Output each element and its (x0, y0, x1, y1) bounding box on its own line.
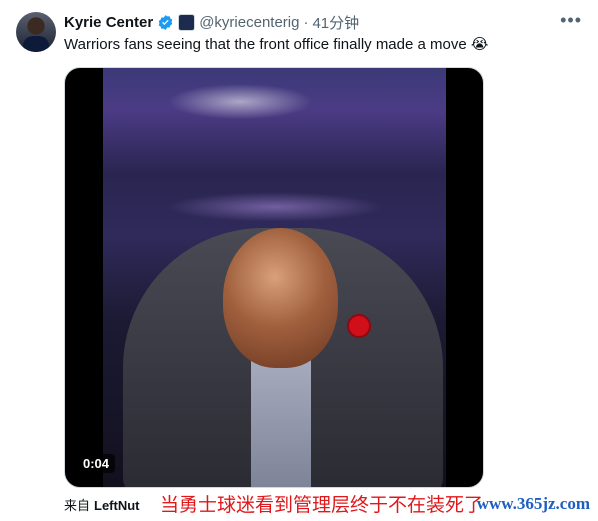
overlay-caption: 当勇士球迷看到管理层终于不在装死了 (160, 494, 484, 516)
video-figure-head (223, 228, 338, 368)
tweet-text: Warriors fans seeing that the front offi… (64, 36, 489, 53)
author-handle[interactable]: @kyriecenterig (199, 14, 299, 31)
video-frame (103, 68, 446, 487)
from-label: 来自 (64, 498, 91, 513)
author-name[interactable]: Kyrie Center (64, 14, 153, 31)
more-horizontal-icon[interactable]: ••• (560, 11, 582, 29)
avatar[interactable] (16, 12, 56, 52)
tweet-header: Kyrie Center @kyriecenterig · 41分钟 (64, 12, 359, 32)
separator-dot: · (303, 13, 309, 31)
avatar-figure (23, 36, 49, 52)
video-player[interactable]: 0:04 (64, 67, 484, 488)
affiliate-badge-icon[interactable] (178, 13, 196, 31)
poppy-pin (347, 314, 371, 338)
source-attribution: 来自 LeftNut (64, 495, 140, 514)
verified-badge-icon (158, 14, 173, 30)
video-duration: 0:04 (77, 454, 116, 473)
tweet-timestamp[interactable]: 41分钟 (312, 12, 359, 33)
watermark: www.365jz.com (476, 494, 590, 513)
source-link[interactable]: LeftNut (94, 498, 140, 513)
